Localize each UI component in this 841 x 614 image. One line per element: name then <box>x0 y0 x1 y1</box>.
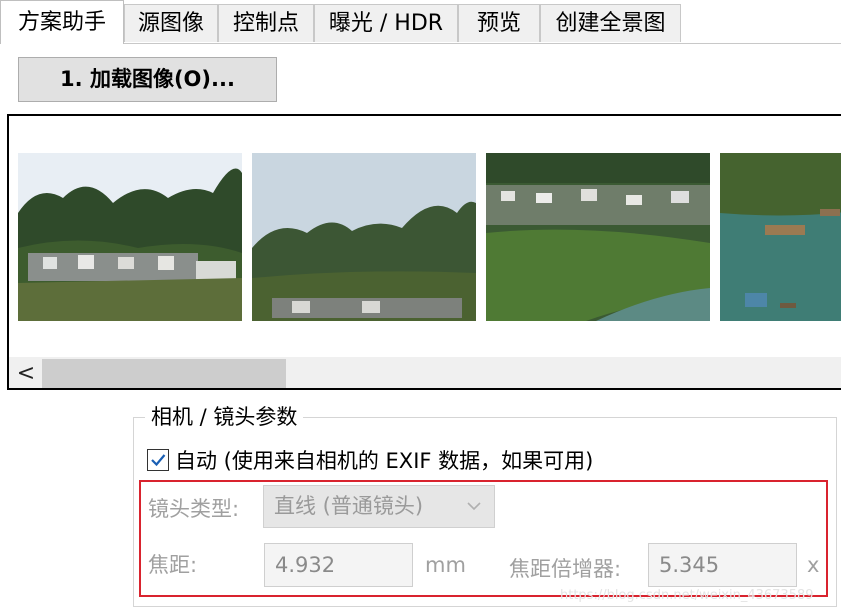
focal-length-field[interactable]: 4.932 <box>264 543 413 587</box>
scroll-thumb[interactable] <box>42 359 286 388</box>
tab-exposure-hdr[interactable]: 曝光 / HDR <box>314 4 458 42</box>
checkmark-icon <box>151 454 166 467</box>
thumbnail-river-boats[interactable] <box>720 153 841 321</box>
lens-type-value: 直线 (普通镜头) <box>274 494 424 518</box>
thumbnail-village-river[interactable] <box>486 153 710 321</box>
focal-length-label: 焦距: <box>148 553 198 577</box>
tab-bar: 方案助手 源图像 控制点 曝光 / HDR 预览 创建全景图 <box>0 0 841 44</box>
lens-type-select[interactable]: 直线 (普通镜头) <box>263 485 495 528</box>
thumbnail-mountain-sky[interactable] <box>252 153 476 321</box>
multiplier-field[interactable]: 5.345 <box>648 543 797 587</box>
tab-source-images[interactable]: 源图像 <box>124 4 218 42</box>
tab-create-panorama[interactable]: 创建全景图 <box>540 4 681 42</box>
image-strip: < <box>7 114 841 390</box>
tab-assistant[interactable]: 方案助手 <box>0 0 124 44</box>
photo-icon <box>486 153 710 321</box>
auto-exif-label: 自动 (使用来自相机的 EXIF 数据，如果可用) <box>175 449 594 473</box>
auto-exif-row[interactable]: 自动 (使用来自相机的 EXIF 数据，如果可用) <box>147 444 593 476</box>
photo-icon <box>252 153 476 321</box>
focal-length-unit: mm <box>425 553 466 577</box>
thumbnail-mountain-village[interactable] <box>18 153 242 321</box>
photo-icon <box>18 153 242 321</box>
lens-type-label: 镜头类型: <box>148 497 240 521</box>
multiplier-unit: x <box>807 553 820 577</box>
watermark: https://blog.csdn.net/weixin_43673589 <box>560 588 814 603</box>
tab-preview[interactable]: 预览 <box>458 4 540 42</box>
chevron-down-icon <box>467 502 481 511</box>
load-images-button[interactable]: 1. 加载图像(O)... <box>18 57 277 102</box>
tab-control-points[interactable]: 控制点 <box>218 4 314 42</box>
scroll-left-icon[interactable]: < <box>11 357 41 388</box>
multiplier-label: 焦距倍增器: <box>509 557 622 581</box>
auto-exif-checkbox[interactable] <box>147 449 169 471</box>
group-title: 相机 / 镜头参数 <box>145 402 304 432</box>
photo-icon <box>720 153 841 321</box>
horizontal-scrollbar[interactable]: < <box>9 357 841 388</box>
